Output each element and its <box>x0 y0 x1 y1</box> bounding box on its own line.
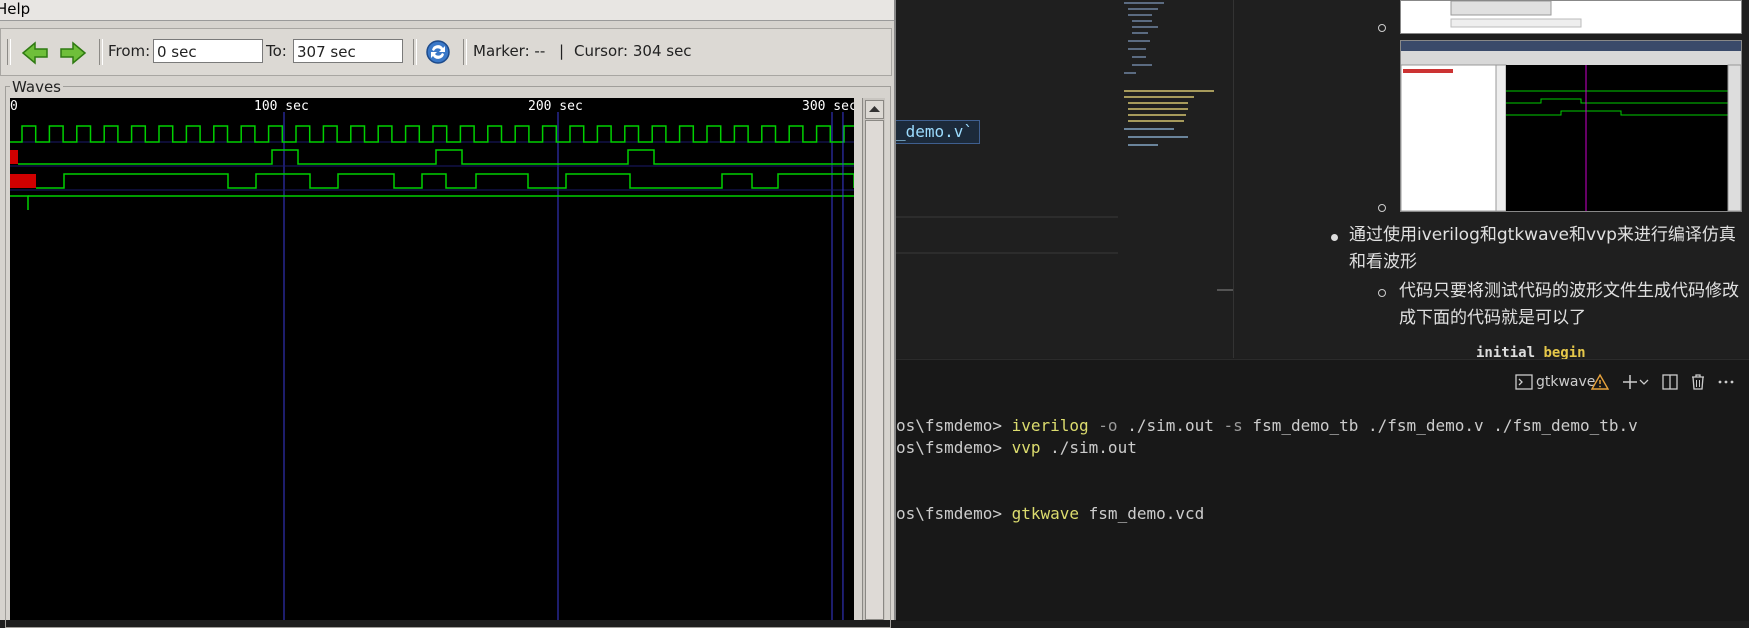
terminal-command: iverilog <box>1011 416 1089 435</box>
scroll-thumb[interactable] <box>865 120 884 620</box>
terminal-flag: -s <box>1213 416 1243 435</box>
marker-readout: Marker: -- <box>473 42 546 60</box>
warning-icon[interactable] <box>1591 373 1609 391</box>
terminal-panel[interactable]: gtkwave os\fsmdemo> iverilog -o ./sim.ou… <box>896 359 1749 621</box>
toolbar-separator <box>7 39 11 65</box>
unknown-state-marker <box>10 150 18 164</box>
split-terminal-icon[interactable] <box>1661 373 1679 391</box>
toolbar-separator <box>99 39 103 65</box>
shift-left-icon[interactable] <box>21 41 49 65</box>
terminal-args: ./sim.out <box>1117 416 1214 435</box>
terminal-args: ./sim.out <box>1040 438 1137 457</box>
cursor-readout: Cursor: 304 sec <box>574 42 692 60</box>
waves-vertical-scrollbar[interactable] <box>862 98 885 620</box>
gtkwave-window: Help From: 0 sec To: 307 sec Marker: -- … <box>0 0 896 628</box>
from-input[interactable]: 0 sec <box>153 39 263 63</box>
triangle-up-icon <box>869 106 880 112</box>
waveforms <box>10 112 854 620</box>
clock-waveform <box>10 125 854 143</box>
preview-bullet-text: 通过使用iverilog和gtkwave和vvp来进行编译仿真和看波形 <box>1349 225 1736 272</box>
reset-placeholder <box>10 196 854 210</box>
terminal-args: fsm_demo.vcd <box>1079 504 1205 523</box>
scroll-up-button[interactable] <box>865 100 884 119</box>
toolbar: From: 0 sec To: 307 sec Marker: -- | Cur… <box>0 28 892 76</box>
preview-sub-text: 代码只要将测试代码的波形文件生成代码修改成下面的代码就是可以了 <box>1399 281 1739 328</box>
to-label: To: <box>266 42 287 60</box>
terminal-line: os\fsmdemo> vvp ./sim.out <box>896 438 1137 457</box>
from-label: From: <box>108 42 151 60</box>
terminal-prompt: os\fsmdemo> <box>896 416 1012 435</box>
wave-canvas[interactable]: 0 100 sec 200 sec 300 sec <box>10 98 854 620</box>
menu-help[interactable]: Help <box>0 0 30 18</box>
wave-display[interactable]: 0 100 sec 200 sec 300 sec <box>10 98 854 620</box>
time-label-200: 200 sec <box>528 99 583 114</box>
reset-waveform-low <box>10 195 29 210</box>
terminal-line: os\fsmdemo> iverilog -o ./sim.out -s fsm… <box>896 416 1638 435</box>
readout-divider: | <box>559 42 565 60</box>
terminal-prompt: os\fsmdemo> <box>896 438 1012 457</box>
terminal-flag: -o <box>1088 416 1118 435</box>
terminal-line: os\fsmdemo> gtkwave fsm_demo.vcd <box>896 504 1204 523</box>
signal-2-waveform <box>18 149 854 165</box>
terminal-command: gtkwave <box>1011 504 1080 523</box>
toolbar-separator <box>463 39 467 65</box>
toolbar-separator <box>413 39 417 65</box>
terminal-command: vvp <box>1011 438 1041 457</box>
terminal-args: fsm_demo_tb ./fsm_demo.v ./fsm_demo_tb.v <box>1242 416 1638 435</box>
to-input[interactable]: 307 sec <box>293 39 403 63</box>
editor-inline-code-chip: _demo.v` <box>896 120 981 144</box>
screenshot-gtkwave <box>1401 41 1741 211</box>
more-actions-icon[interactable] <box>1717 373 1735 391</box>
preview-embedded-gtkwave-screenshot <box>1400 40 1742 212</box>
sub-bullet-circle <box>1378 289 1386 297</box>
menubar: Help <box>0 0 894 21</box>
screenshot-content <box>1450 0 1582 28</box>
unknown-state-marker <box>10 174 36 188</box>
bullet-disc <box>1331 234 1338 241</box>
signal-3-waveform <box>36 173 854 189</box>
terminal-icon[interactable] <box>1515 373 1533 391</box>
time-grid <box>10 112 854 620</box>
preview-embedded-screenshot <box>1400 0 1742 34</box>
chevron-down-icon[interactable] <box>1638 373 1650 391</box>
time-label-0: 0 <box>10 99 18 114</box>
waves-title: Waves <box>10 78 63 96</box>
reload-icon[interactable] <box>425 39 451 65</box>
new-terminal-plus-icon[interactable] <box>1621 373 1639 391</box>
terminal-prompt: os\fsmdemo> <box>896 504 1012 523</box>
time-label-100: 100 sec <box>254 99 309 114</box>
terminal-tab-label[interactable]: gtkwave <box>1536 374 1595 390</box>
sub-bullet-circle <box>1378 204 1386 212</box>
editor-minimap[interactable] <box>1122 0 1222 160</box>
trash-icon[interactable] <box>1689 373 1707 391</box>
sub-bullet-circle <box>1378 24 1386 32</box>
shift-right-icon[interactable] <box>59 41 87 65</box>
time-label-300: 300 sec <box>802 99 854 114</box>
